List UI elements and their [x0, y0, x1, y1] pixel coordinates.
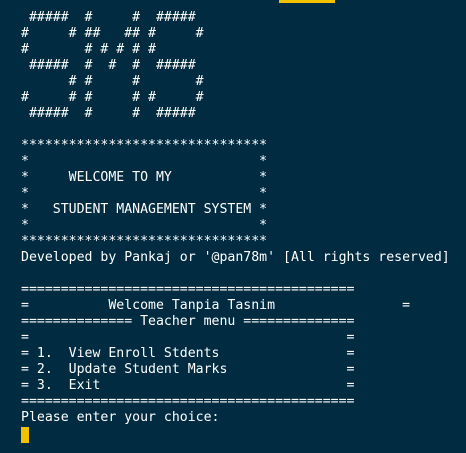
terminal-window[interactable]: ##### # # ##### # # ## ## # # # # # # # # …	[0, 0, 466, 453]
banner-line-1: ##### # # #####	[21, 10, 196, 25]
welcome-box-line-5: * STUDENT MANAGEMENT SYSTEM *	[21, 202, 268, 217]
welcome-box-line-7: *******************************	[21, 234, 268, 249]
menu-top-border: ========================================…	[21, 282, 355, 297]
menu-option-exit: = 3. Exit =	[21, 378, 355, 393]
banner-line-4: ##### # # # #####	[21, 58, 196, 73]
menu-spacer: = =	[21, 330, 355, 345]
input-cursor[interactable]	[21, 427, 29, 443]
welcome-box-line-1: *******************************	[21, 138, 268, 153]
menu-option-view-enroll-students: = 1. View Enroll Stdents =	[21, 346, 355, 361]
banner-line-5: # # # #	[21, 74, 204, 89]
choice-prompt: Please enter your choice:	[21, 410, 220, 425]
developer-credit: Developed by Pankaj or '@pan78m' [All ri…	[21, 250, 450, 265]
menu-option-update-student-marks: = 2. Update Student Marks =	[21, 362, 355, 377]
welcome-box-line-4: * *	[21, 186, 268, 201]
menu-welcome-line: = Welcome Tanpia Tasnim =	[21, 298, 411, 313]
menu-title-line: ============== Teacher menu ============…	[21, 314, 355, 329]
banner-line-2: # # ## ## # #	[21, 26, 204, 41]
top-accent-bar	[279, 0, 335, 3]
welcome-box-line-6: * *	[21, 218, 268, 233]
menu-bottom-border: ========================================…	[21, 394, 355, 409]
welcome-box-line-2: * *	[21, 154, 268, 169]
banner-line-6: # # # # # #	[21, 90, 204, 105]
terminal-output: ##### # # ##### # # ## ## # # # # # # # # …	[21, 10, 450, 426]
welcome-box-line-3: * WELCOME TO MY *	[21, 170, 268, 185]
banner-line-7: ##### # # #####	[21, 106, 196, 121]
banner-line-3: # # # # # #	[21, 42, 156, 57]
